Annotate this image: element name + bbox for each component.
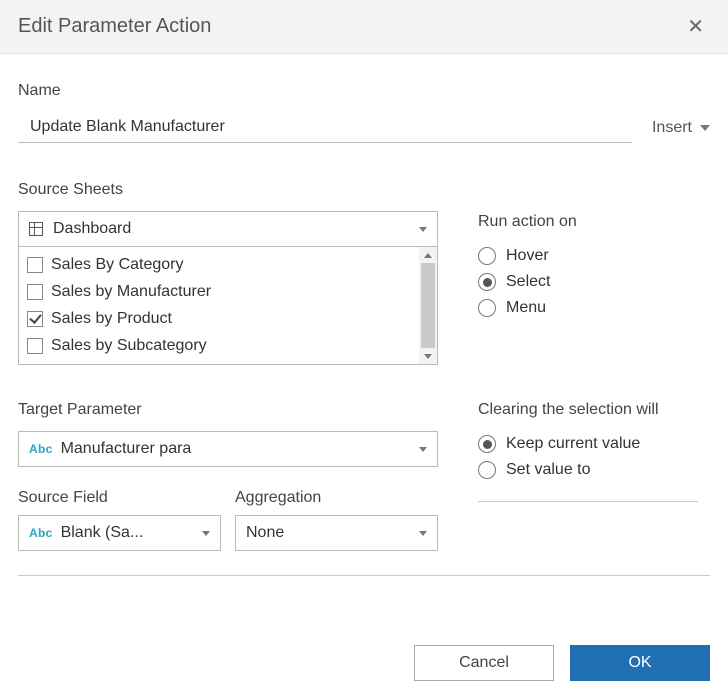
target-block: Target Parameter Abc Manufacturer para S…	[18, 391, 710, 551]
dialog-title: Edit Parameter Action	[18, 15, 211, 38]
checkbox-icon[interactable]	[27, 257, 43, 273]
insert-dropdown[interactable]: Insert	[652, 119, 710, 143]
chevron-down-icon	[419, 447, 427, 452]
radio-label: Keep current value	[506, 435, 640, 453]
aggregation-dropdown[interactable]: None	[235, 515, 438, 551]
abc-icon: Abc	[29, 526, 53, 540]
radio-hover[interactable]: Hover	[478, 243, 710, 269]
source-field-label: Source Field	[18, 489, 221, 507]
list-item[interactable]: Sales by Product	[19, 305, 419, 332]
name-row: Insert	[18, 112, 710, 143]
dialog-titlebar: Edit Parameter Action ✕	[0, 0, 728, 54]
radio-label: Hover	[506, 247, 549, 265]
radio-icon	[478, 273, 496, 291]
run-action-radio-group: Hover Select Menu	[478, 243, 710, 321]
list-item[interactable]: Sales by Subcategory	[19, 332, 419, 359]
checkbox-icon[interactable]	[27, 284, 43, 300]
list-item-label: Sales by Subcategory	[51, 337, 207, 355]
radio-icon	[478, 461, 496, 479]
dashboard-icon	[29, 222, 43, 236]
list-item-label: Sales By Category	[51, 256, 184, 274]
cancel-button[interactable]: Cancel	[414, 645, 554, 681]
source-sheets-value: Dashboard	[53, 220, 419, 238]
scroll-up-icon[interactable]	[419, 247, 437, 263]
list-item[interactable]: Sales by Manufacturer	[19, 278, 419, 305]
target-parameter-label: Target Parameter	[18, 401, 438, 419]
set-value-divider	[478, 501, 698, 502]
list-item-label: Sales by Manufacturer	[51, 283, 211, 301]
dialog-footer: Cancel OK	[0, 645, 728, 697]
radio-icon	[478, 299, 496, 317]
source-sheets-listbox: Sales By Category Sales by Manufacturer …	[18, 247, 438, 365]
cancel-button-label: Cancel	[459, 654, 509, 672]
chevron-down-icon	[419, 227, 427, 232]
footer-divider	[18, 575, 710, 576]
aggregation-value: None	[246, 524, 419, 542]
target-parameter-value: Manufacturer para	[61, 440, 419, 458]
source-sheets-block: Source Sheets Dashboard Sales By Categor…	[18, 171, 710, 365]
clearing-label: Clearing the selection will	[478, 401, 710, 419]
radio-keep-current[interactable]: Keep current value	[478, 431, 710, 457]
radio-label: Menu	[506, 299, 546, 317]
source-field-dropdown[interactable]: Abc Blank (Sa...	[18, 515, 221, 551]
radio-label: Set value to	[506, 461, 591, 479]
scroll-down-icon[interactable]	[419, 348, 437, 364]
ok-button-label: OK	[628, 654, 651, 672]
list-item[interactable]: Sales By Category	[19, 251, 419, 278]
edit-parameter-action-dialog: Edit Parameter Action ✕ Name Insert Sour…	[0, 0, 728, 697]
checkbox-icon[interactable]	[27, 338, 43, 354]
ok-button[interactable]: OK	[570, 645, 710, 681]
checkbox-icon[interactable]	[27, 311, 43, 327]
radio-select[interactable]: Select	[478, 269, 710, 295]
radio-label: Select	[506, 273, 550, 291]
insert-label: Insert	[652, 119, 692, 137]
source-aggregation-row: Source Field Abc Blank (Sa... Aggregatio…	[18, 475, 438, 551]
radio-icon	[478, 247, 496, 265]
dialog-body: Name Insert Source Sheets Dashboard	[0, 54, 728, 645]
scrollbar[interactable]	[419, 247, 437, 364]
source-sheets-label: Source Sheets	[18, 181, 438, 199]
chevron-down-icon	[419, 531, 427, 536]
close-icon[interactable]: ✕	[681, 12, 710, 41]
target-parameter-dropdown[interactable]: Abc Manufacturer para	[18, 431, 438, 467]
list-item-label: Sales by Product	[51, 310, 172, 328]
radio-menu[interactable]: Menu	[478, 295, 710, 321]
name-label: Name	[18, 82, 710, 100]
source-sheets-items: Sales By Category Sales by Manufacturer …	[19, 247, 419, 364]
source-field-value: Blank (Sa...	[61, 524, 202, 542]
source-sheets-dropdown[interactable]: Dashboard	[18, 211, 438, 247]
run-action-label: Run action on	[478, 213, 710, 231]
chevron-down-icon	[202, 531, 210, 536]
chevron-down-icon	[700, 125, 710, 131]
scroll-thumb[interactable]	[421, 263, 435, 348]
name-input[interactable]	[18, 112, 632, 143]
abc-icon: Abc	[29, 442, 53, 456]
radio-set-value[interactable]: Set value to	[478, 457, 710, 483]
clearing-radio-group: Keep current value Set value to	[478, 431, 710, 483]
radio-icon	[478, 435, 496, 453]
aggregation-label: Aggregation	[235, 489, 438, 507]
